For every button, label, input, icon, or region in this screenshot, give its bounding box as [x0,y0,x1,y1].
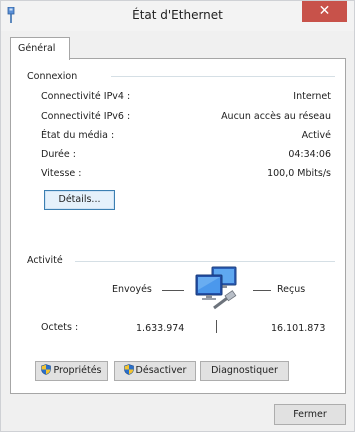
speed-value: 100,0 Mbits/s [267,168,331,179]
bytes-label: Octets : [41,322,79,333]
received-label: Reçus [277,284,306,295]
ipv4-label: Connectivité IPv4 : [41,91,131,102]
media-state-value: Activé [301,130,331,141]
tab-general-label: Général [18,43,56,54]
ethernet-status-window: État d'Ethernet ✕ Général Connexion Conn… [0,0,355,432]
close-icon: ✕ [318,3,331,19]
activity-group-divider [75,261,335,262]
uac-shield-icon [41,364,52,375]
close-window-button[interactable]: ✕ [302,1,347,22]
media-state-label: État du média : [41,130,115,141]
disable-button[interactable]: Désactiver [114,361,196,381]
title-bar[interactable]: État d'Ethernet ✕ [1,1,354,31]
ipv6-value: Aucun accès au réseau [221,111,331,122]
diagnose-button[interactable]: Diagnostiquer [200,361,289,381]
properties-button[interactable]: Propriétés [35,361,108,381]
activity-group-label: Activité [27,255,67,266]
ipv4-value: Internet [293,91,331,102]
details-button[interactable]: Détails... [44,190,115,210]
speed-label: Vitesse : [41,168,82,179]
bytes-received-value: 16.101.873 [271,323,326,334]
received-dash [253,290,271,291]
tab-panel-general: Connexion Connectivité IPv4 : Internet C… [10,58,346,394]
tab-general[interactable]: Général [10,37,70,60]
sent-dash [162,290,184,291]
close-button[interactable]: Fermer [274,404,346,425]
properties-label: Propriétés [53,365,102,376]
uac-shield-icon [123,364,134,375]
connexion-group-label: Connexion [27,71,82,82]
activity-divider [216,320,217,333]
connexion-group-divider [111,76,335,77]
sent-label: Envoyés [112,284,152,295]
ipv6-label: Connectivité IPv6 : [41,111,131,122]
duration-label: Durée : [41,149,76,160]
duration-value: 04:34:06 [288,149,331,160]
bytes-sent-value: 1.633.974 [136,323,185,334]
disable-label: Désactiver [135,365,187,376]
network-computers-icon [195,266,237,310]
